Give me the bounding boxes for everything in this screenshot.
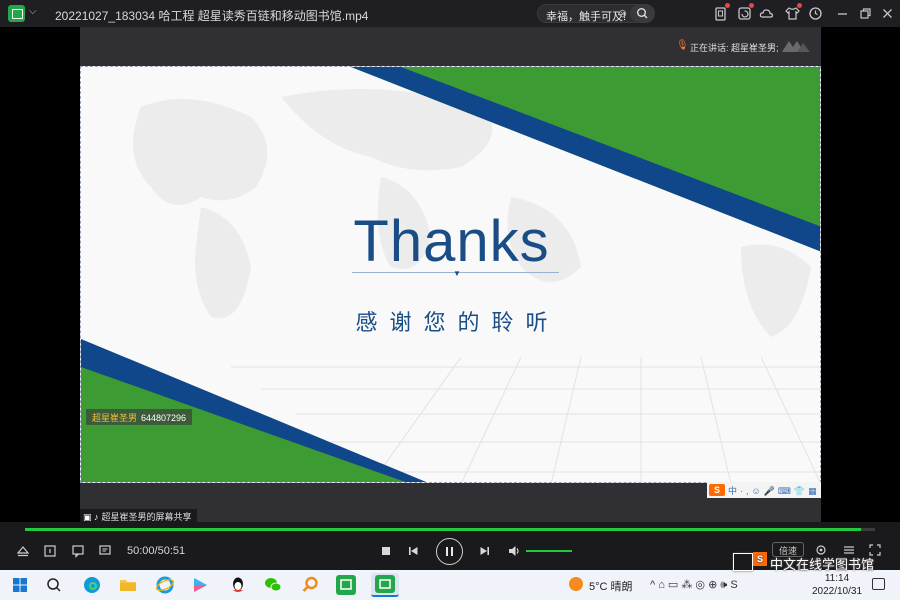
player-logo-icon[interactable] [8, 5, 25, 22]
clear-icon[interactable]: ⊗ [618, 7, 627, 20]
video-viewport[interactable]: 🎙 正在讲话: 超星崔圣男; Thanks ▼ 感谢您的聆听 超星崔圣男 644… [0, 27, 900, 523]
wechat-icon[interactable] [263, 575, 283, 595]
caret-down-icon: ▼ [453, 269, 461, 278]
participant-badge: 超星崔圣男 644807296 [86, 409, 193, 425]
ime-toolbar-items[interactable]: 中·,☺🎤⌨👕▦ [728, 484, 820, 497]
search-box[interactable]: 幸福，触手可及! ⊗ [537, 4, 655, 23]
slide-title: Thanks [353, 209, 550, 274]
search-icon[interactable] [44, 575, 64, 595]
search-icon [636, 8, 648, 19]
weather-sun-icon[interactable] [569, 577, 583, 591]
minimize-icon[interactable] [834, 5, 851, 22]
watermark-s-icon: S [753, 552, 767, 566]
clock-icon[interactable] [807, 5, 824, 22]
participant-id: 644807296 [141, 413, 187, 423]
notification-dot [797, 3, 802, 8]
danmaku-icon[interactable] [98, 544, 112, 561]
edge-browser-icon[interactable] [82, 575, 102, 595]
brand-logo-icon [782, 41, 810, 52]
slide-subtitle: 感谢您的聆听 [355, 310, 560, 335]
file-explorer-icon[interactable] [118, 575, 138, 595]
watermark-logo-icon [733, 553, 753, 571]
speaking-prefix: 正在讲话: [690, 43, 732, 53]
speaking-name: 超星崔圣男; [731, 43, 779, 53]
volume-icon[interactable] [507, 544, 521, 561]
notification-dot [749, 3, 754, 8]
clock-date: 2022/10/31 [811, 586, 863, 597]
playback-time: 50:00/50:51 [127, 545, 186, 557]
ie-browser-icon[interactable] [155, 575, 175, 595]
search-input[interactable]: 幸福，触手可及! [546, 8, 626, 24]
progress-remaining[interactable] [861, 528, 875, 531]
weather-text[interactable]: 5°C 晴朗 [589, 578, 633, 594]
close-icon[interactable] [879, 5, 896, 22]
player-app-icon[interactable] [336, 575, 356, 595]
chevron-down-icon[interactable]: ⌵ [29, 6, 37, 17]
player-app-active-icon[interactable] [371, 573, 399, 597]
subtitle-icon[interactable] [71, 544, 85, 561]
ime-logo-icon[interactable]: S [709, 484, 725, 496]
next-icon[interactable] [479, 545, 491, 560]
windows-start-icon[interactable] [10, 575, 30, 595]
pause-button[interactable] [436, 538, 463, 565]
qq-icon[interactable] [228, 575, 248, 595]
watermark: S 中文在线学图书馆 [733, 551, 883, 575]
notification-dot [725, 3, 730, 8]
media-player-icon[interactable] [190, 575, 210, 595]
restore-icon[interactable] [857, 5, 874, 22]
volume-slider[interactable] [526, 550, 572, 552]
speaking-indicator: 正在讲话: 超星崔圣男; [672, 41, 779, 54]
system-tray-icons[interactable]: ^ ⌂ ▭ ⁂ ◎ ⊕ 🕪 S [650, 578, 738, 592]
cloud-icon[interactable] [758, 5, 775, 22]
stop-icon[interactable] [380, 545, 392, 560]
screen-share-label: ▣ ♪ 超星崔圣男的屏幕共享 [80, 509, 197, 523]
progress-bar[interactable] [25, 528, 861, 531]
search-button[interactable] [630, 5, 655, 22]
screen-share-text: 超星崔圣男的屏幕共享 [101, 512, 192, 522]
screenshot-icon[interactable] [43, 544, 57, 561]
taskbar-clock[interactable]: 11:14 2022/10/31 [808, 572, 866, 598]
previous-icon[interactable] [407, 545, 419, 560]
input-method-toolbar[interactable]: S 中·,☺🎤⌨👕▦ [707, 482, 821, 498]
participant-name: 超星崔圣男 [92, 413, 138, 423]
magnifier-app-icon[interactable] [300, 575, 320, 595]
window-title: 20221027_183034 哈工程 超星读秀百链和移动图书馆.mp4 [55, 9, 369, 23]
screen: ⌵ 20221027_183034 哈工程 超星读秀百链和移动图书馆.mp4 幸… [0, 0, 900, 600]
eject-icon[interactable] [16, 544, 30, 561]
microphone-icon: ▣ ♪ [83, 512, 99, 522]
watermark-text: 中文在线学图书馆 [770, 557, 875, 572]
notification-center-icon[interactable] [872, 578, 885, 590]
player-title-bar: ⌵ 20221027_183034 哈工程 超星读秀百链和移动图书馆.mp4 幸… [0, 0, 900, 27]
